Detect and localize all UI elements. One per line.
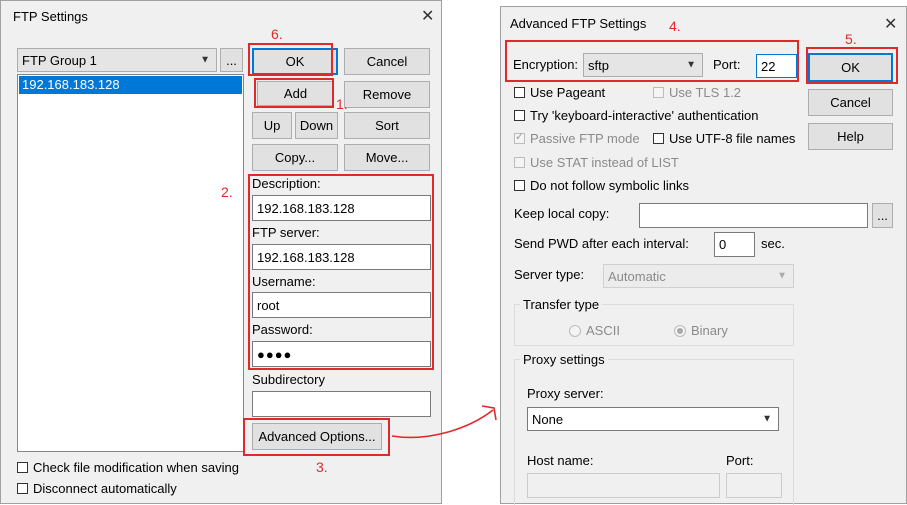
- ftp-group-browse-button[interactable]: ...: [220, 48, 243, 72]
- up-button[interactable]: Up: [252, 112, 292, 139]
- ascii-radio[interactable]: ASCII: [569, 323, 620, 338]
- keyboard-interactive-checkbox[interactable]: Try 'keyboard-interactive' authenticatio…: [514, 108, 758, 123]
- keep-local-copy-browse-button[interactable]: ...: [872, 203, 893, 228]
- sort-button[interactable]: Sort: [344, 112, 430, 139]
- annotation-4: 4.: [669, 18, 681, 34]
- advanced-cancel-button[interactable]: Cancel: [808, 89, 893, 116]
- cancel-button[interactable]: Cancel: [344, 48, 430, 75]
- checkbox-box: [514, 157, 525, 168]
- checkbox-box: [653, 87, 664, 98]
- move-button[interactable]: Move...: [344, 144, 430, 171]
- passive-ftp-label: Passive FTP mode: [530, 131, 640, 146]
- highlight-encryption-port: [505, 40, 799, 82]
- annotation-3: 3.: [316, 459, 328, 475]
- checkbox-box: [514, 110, 525, 121]
- copy-button[interactable]: Copy...: [252, 144, 338, 171]
- arrow-annotation-icon: [391, 405, 497, 439]
- proxy-port-label: Port:: [726, 453, 754, 468]
- check-modification-label: Check file modification when saving: [33, 460, 239, 475]
- checkbox-box: [514, 87, 525, 98]
- checkbox-box: [17, 462, 28, 473]
- down-button[interactable]: Down: [295, 112, 338, 139]
- use-stat-checkbox[interactable]: Use STAT instead of LIST: [514, 155, 679, 170]
- transfer-type-title: Transfer type: [520, 297, 603, 312]
- send-pwd-label: Send PWD after each interval:: [514, 236, 689, 251]
- proxy-settings-title: Proxy settings: [520, 352, 608, 367]
- remove-button[interactable]: Remove: [344, 81, 430, 108]
- disconnect-checkbox[interactable]: Disconnect automatically: [17, 481, 177, 496]
- passive-ftp-checkbox[interactable]: Passive FTP mode: [514, 130, 640, 146]
- use-tls-checkbox[interactable]: Use TLS 1.2: [653, 85, 741, 100]
- radio-selected-icon: [674, 324, 686, 337]
- highlight-ok: [248, 43, 333, 76]
- server-type-value: Automatic: [608, 268, 666, 284]
- ftp-group-select-value: FTP Group 1: [22, 52, 97, 68]
- ascii-label: ASCII: [586, 323, 620, 338]
- server-list[interactable]: 192.168.183.128: [17, 74, 244, 452]
- annotation-1: 1.: [336, 96, 348, 112]
- checkbox-box: [653, 133, 664, 144]
- no-symlinks-label: Do not follow symbolic links: [530, 178, 689, 193]
- send-pwd-input[interactable]: 0: [714, 232, 755, 257]
- highlight-fields: [248, 174, 434, 370]
- proxy-server-value: None: [532, 411, 564, 427]
- close-icon[interactable]: ✕: [421, 6, 434, 26]
- host-name-input[interactable]: [527, 473, 720, 498]
- server-type-select[interactable]: Automatic ▼: [603, 264, 794, 288]
- utf8-checkbox[interactable]: Use UTF-8 file names: [653, 131, 795, 146]
- keyboard-interactive-label: Try 'keyboard-interactive' authenticatio…: [530, 108, 759, 123]
- disconnect-label: Disconnect automatically: [33, 481, 177, 496]
- proxy-server-label: Proxy server:: [527, 386, 604, 401]
- checkbox-box: [514, 180, 525, 191]
- annotation-2: 2.: [221, 184, 233, 200]
- advanced-help-button[interactable]: Help: [808, 123, 893, 150]
- advanced-ftp-title: Advanced FTP Settings: [510, 16, 647, 31]
- ftp-settings-title: FTP Settings: [13, 9, 88, 24]
- chevron-down-icon: ▼: [777, 270, 787, 282]
- server-type-label: Server type:: [514, 267, 585, 282]
- use-stat-label: Use STAT instead of LIST: [530, 155, 679, 170]
- sec-label: sec.: [761, 236, 785, 251]
- use-pageant-label: Use Pageant: [530, 85, 606, 100]
- annotation-6: 6.: [271, 26, 283, 42]
- use-pageant-checkbox[interactable]: Use Pageant: [514, 85, 605, 100]
- chevron-down-icon: ▼: [762, 413, 772, 425]
- proxy-port-input[interactable]: [726, 473, 782, 498]
- annotation-5: 5.: [845, 31, 857, 47]
- ftp-group-select[interactable]: FTP Group 1 ▼: [17, 48, 217, 72]
- host-name-label: Host name:: [527, 453, 594, 468]
- check-modification-checkbox[interactable]: Check file modification when saving: [17, 460, 239, 475]
- binary-radio[interactable]: Binary: [674, 323, 728, 338]
- binary-label: Binary: [691, 323, 728, 338]
- no-symlinks-checkbox[interactable]: Do not follow symbolic links: [514, 178, 689, 193]
- close-icon[interactable]: ✕: [884, 14, 897, 34]
- checkbox-box: [17, 483, 28, 494]
- proxy-server-select[interactable]: None ▼: [527, 407, 779, 431]
- keep-local-copy-label: Keep local copy:: [514, 206, 610, 221]
- highlight-add: [254, 78, 334, 108]
- highlight-advanced: [243, 418, 390, 456]
- radio-circle-icon: [569, 324, 581, 337]
- checkbox-box: [514, 130, 525, 144]
- list-item[interactable]: 192.168.183.128: [19, 76, 242, 94]
- subdirectory-label: Subdirectory: [252, 372, 325, 387]
- keep-local-copy-input[interactable]: [639, 203, 868, 228]
- highlight-advanced-ok: [806, 47, 898, 84]
- use-tls-label: Use TLS 1.2: [669, 85, 742, 100]
- utf8-label: Use UTF-8 file names: [669, 131, 796, 146]
- chevron-down-icon: ▼: [200, 54, 210, 66]
- server-list-item-label: 192.168.183.128: [22, 77, 120, 92]
